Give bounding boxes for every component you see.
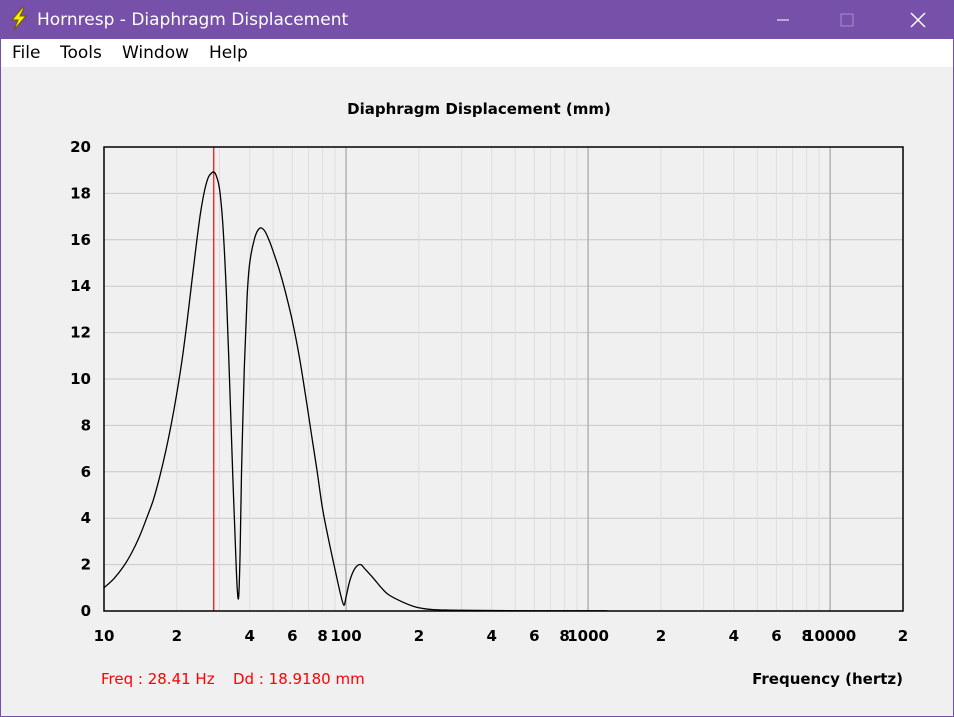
x-tick-label: 10000 — [804, 627, 856, 645]
y-tick-label: 12 — [70, 324, 91, 342]
maximize-icon — [840, 13, 854, 27]
x-tick-label: 2 — [414, 627, 424, 645]
close-button[interactable] — [895, 1, 941, 39]
maximize-button[interactable] — [824, 1, 870, 39]
y-tick-label: 0 — [81, 602, 91, 620]
y-axis-ticks: 0 2 4 6 8 10 12 14 16 18 20 — [70, 138, 91, 620]
x-axis-ticks: 10 2 4 6 8 100 2 4 6 81000 2 4 6 810000 2 — [94, 627, 909, 645]
menu-file[interactable]: File — [12, 43, 40, 63]
y-tick-label: 8 — [81, 416, 91, 434]
window-title: Hornresp - Diaphragm Displacement — [37, 10, 349, 30]
y-tick-label: 16 — [70, 231, 91, 249]
x-tick-label: 2 — [656, 627, 666, 645]
x-tick-label: 6 — [529, 627, 539, 645]
displacement-chart[interactable]: Diaphragm Displacement (mm) 0 2 4 6 8 10 12 14 1… — [1, 67, 953, 716]
x-tick-label: 4 — [487, 627, 497, 645]
y-tick-label: 20 — [70, 138, 91, 156]
y-tick-label: 10 — [70, 370, 91, 388]
lightning-bolt-icon — [10, 7, 28, 31]
minimize-icon — [777, 19, 789, 21]
chart-title: Diaphragm Displacement (mm) — [347, 100, 611, 118]
x-axis-label: Frequency (hertz) — [752, 670, 903, 688]
x-tick-label: 1000 — [567, 627, 609, 645]
menu-bar: File Tools Window Help — [1, 39, 953, 67]
x-tick-label: 10 — [94, 627, 115, 645]
title-bar[interactable]: Hornresp - Diaphragm Displacement — [1, 1, 953, 39]
displacement-series-line — [103, 171, 608, 612]
x-tick-label: 2 — [898, 627, 908, 645]
y-tick-label: 14 — [70, 277, 91, 295]
x-tick-label: 2 — [172, 627, 182, 645]
y-tick-label: 18 — [70, 184, 91, 202]
x-tick-label: 4 — [729, 627, 739, 645]
y-tick-label: 2 — [81, 556, 91, 574]
x-tick-label: 8 — [317, 627, 327, 645]
x-tick-label: 6 — [287, 627, 297, 645]
displacement-readout: Dd : 18.9180 mm — [233, 670, 365, 688]
y-tick-label: 6 — [81, 463, 91, 481]
minimize-button[interactable] — [760, 1, 806, 39]
menu-tools[interactable]: Tools — [60, 43, 102, 63]
hornresp-window: Hornresp - Diaphragm Displacement File T… — [0, 0, 954, 717]
menu-window[interactable]: Window — [122, 43, 189, 63]
menu-help[interactable]: Help — [209, 43, 248, 63]
chart-grid — [104, 147, 903, 611]
y-tick-label: 4 — [81, 509, 91, 527]
freq-readout: Freq : 28.41 Hz — [101, 670, 215, 688]
x-tick-label: 6 — [771, 627, 781, 645]
x-tick-label: 100 — [330, 627, 361, 645]
close-icon — [910, 12, 926, 28]
x-tick-label: 4 — [245, 627, 255, 645]
